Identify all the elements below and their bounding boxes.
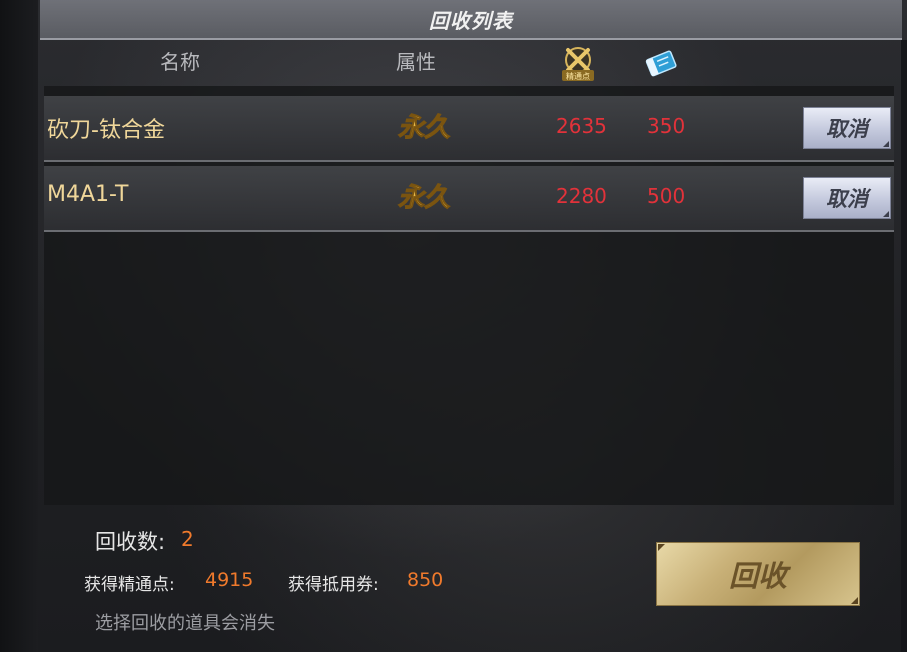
voucher-ticket-icon (642, 44, 680, 82)
recycle-count-label: 回收数: (95, 530, 166, 554)
right-edge (901, 40, 907, 652)
list-item: 砍刀-钛合金 永久 2635 350 取消 (44, 96, 894, 162)
dialog-title: 回收列表 (429, 8, 513, 33)
points-gained-value: 4915 (205, 569, 254, 591)
cancel-label: 取消 (826, 117, 868, 141)
item-name: 砍刀-钛合金 (47, 118, 165, 143)
vouchers-gained-value: 850 (407, 569, 444, 591)
recycle-dialog: 回收列表 名称 属性 精通点 砍刀-钛合金 永久 2635 350 取消 M4A… (0, 0, 907, 652)
column-header-name: 名称 (160, 50, 200, 74)
item-name: M4A1-T (47, 182, 129, 207)
item-voucher-value: 500 (647, 184, 686, 208)
recycle-warning-note: 选择回收的道具会消失 (95, 613, 275, 634)
list-item: M4A1-T 永久 2280 500 取消 (44, 166, 894, 232)
cancel-button[interactable]: 取消 (803, 107, 891, 149)
item-points-value: 2635 (556, 114, 607, 138)
recycle-label: 回收 (728, 559, 787, 593)
cancel-button[interactable]: 取消 (803, 177, 891, 219)
svg-text:精通点: 精通点 (566, 71, 590, 81)
item-points-value: 2280 (556, 184, 607, 208)
mastery-points-icon: 精通点 (559, 44, 597, 82)
svg-text:永久: 永久 (398, 113, 450, 143)
recycle-button[interactable]: 回收 (656, 542, 860, 606)
cancel-label: 取消 (826, 187, 868, 211)
left-edge (0, 0, 38, 652)
points-gained-label: 获得精通点: (84, 575, 175, 595)
recycle-count-value: 2 (181, 527, 194, 551)
item-voucher-value: 350 (647, 114, 686, 138)
svg-text:永久: 永久 (398, 183, 450, 213)
vouchers-gained-label: 获得抵用券: (288, 575, 379, 595)
permanent-badge-icon: 永久 (384, 180, 464, 214)
column-header-attribute: 属性 (396, 50, 436, 74)
title-bar: 回收列表 (40, 0, 902, 40)
permanent-badge-icon: 永久 (384, 110, 464, 144)
